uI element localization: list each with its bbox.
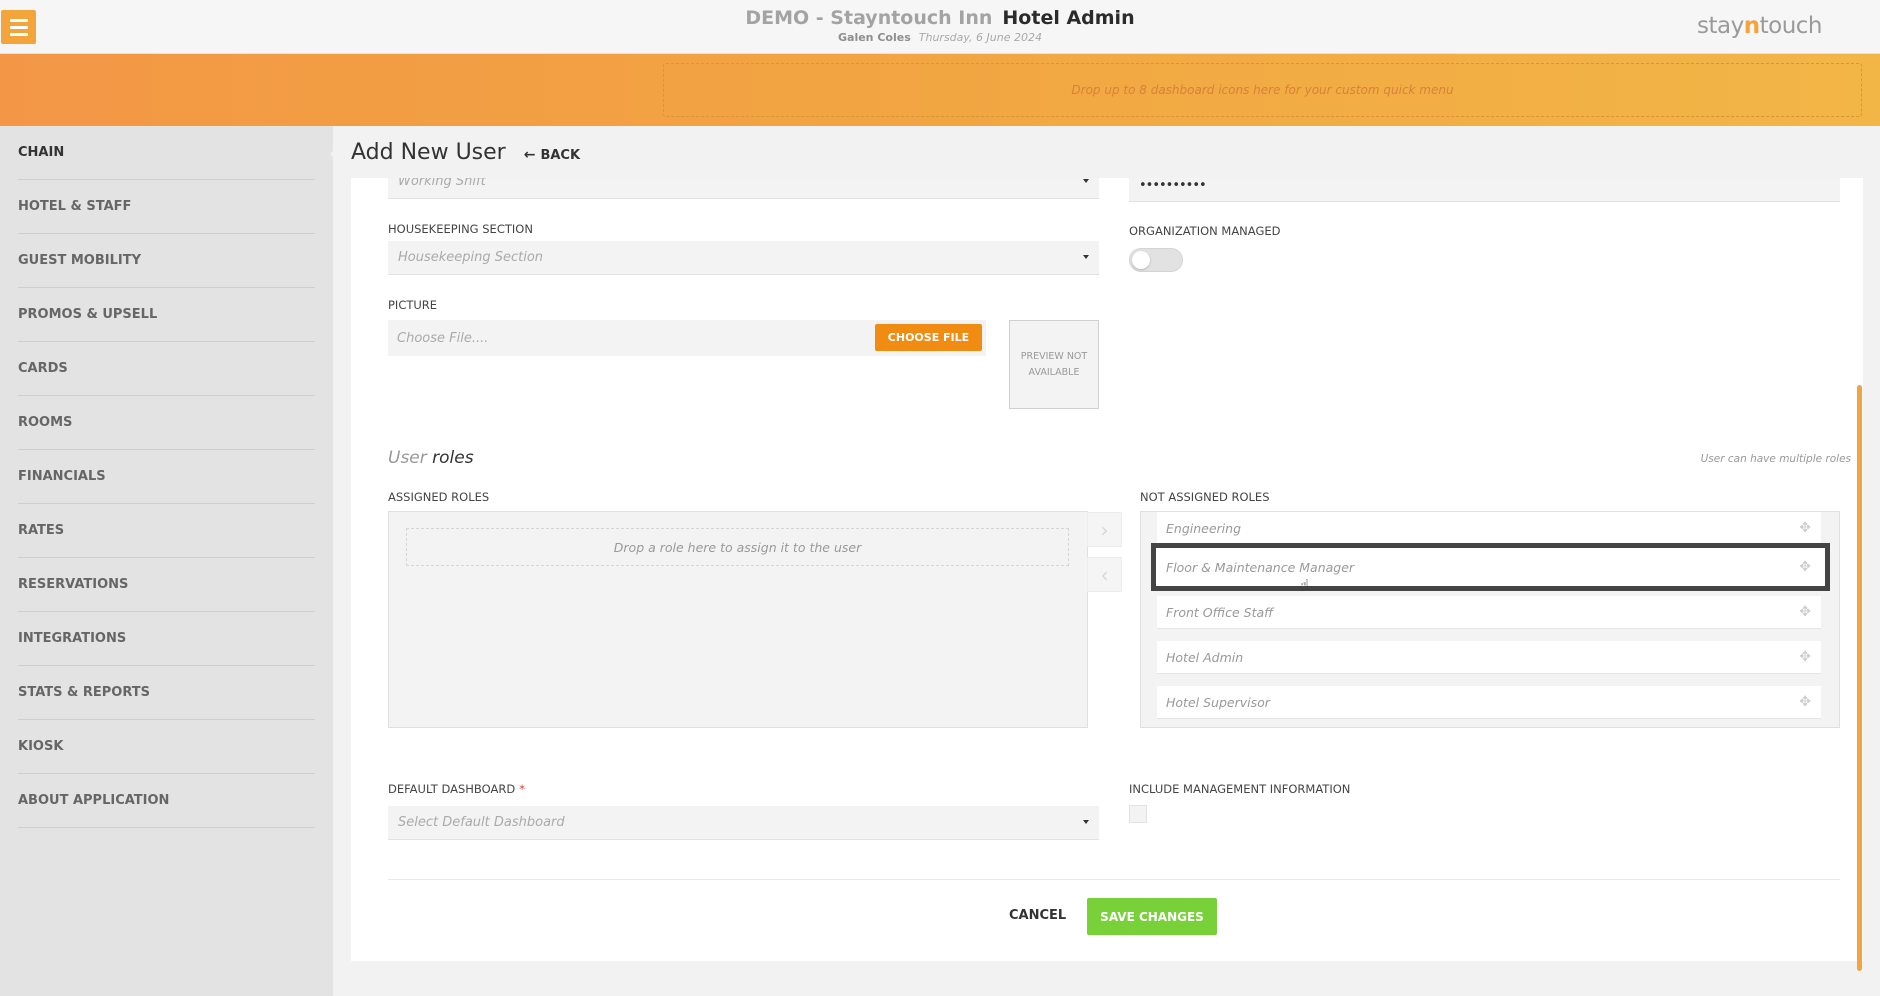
sidebar-item-stats-reports[interactable]: STATS & REPORTS bbox=[18, 666, 315, 720]
chevron-left-icon: ‹ bbox=[1100, 562, 1109, 587]
back-arrow-icon: ← bbox=[523, 147, 536, 163]
header-title: DEMO - Stayntouch Inn Hotel Admin Galen C… bbox=[0, 6, 1880, 45]
sidebar-item-integrations[interactable]: INTEGRATIONS bbox=[18, 612, 315, 666]
cancel-button[interactable]: CANCEL bbox=[1009, 908, 1066, 923]
page-header: Add New User ← BACK bbox=[351, 140, 580, 165]
chevron-right-icon: › bbox=[1100, 517, 1109, 542]
housekeeping-label: HOUSEKEEPING SECTION bbox=[388, 222, 533, 236]
page-title: Add New User bbox=[351, 140, 506, 165]
organization-managed-toggle[interactable] bbox=[1129, 248, 1183, 272]
picture-file-input[interactable]: Choose File.... CHOOSE FILE bbox=[388, 320, 986, 356]
sidebar-item-rates[interactable]: RATES bbox=[18, 504, 315, 558]
choose-file-button[interactable]: CHOOSE FILE bbox=[875, 324, 982, 351]
sidebar-item-reservations[interactable]: RESERVATIONS bbox=[18, 558, 315, 612]
role-item-front-office-staff[interactable]: Front Office Staff ✥ bbox=[1157, 596, 1821, 629]
default-dashboard-select[interactable]: Select Default Dashboard bbox=[388, 806, 1099, 840]
dropdown-caret-icon bbox=[1083, 179, 1089, 183]
picture-preview: PREVIEW NOT AVAILABLE bbox=[1009, 320, 1099, 409]
organization-managed-label: ORGANIZATION MANAGED bbox=[1129, 224, 1281, 238]
role-item-hotel-admin[interactable]: Hotel Admin ✥ bbox=[1157, 641, 1821, 674]
roles-heading: User roles bbox=[388, 448, 474, 468]
user-form: Working Shift •••••••••• HOUSEKEEPING SE… bbox=[351, 178, 1863, 961]
working-shift-select[interactable]: Working Shift bbox=[388, 178, 1099, 199]
main-content: Add New User ← BACK Working Shift •••••••… bbox=[333, 126, 1880, 996]
drag-handle-icon[interactable]: ✥ bbox=[1799, 559, 1811, 575]
sidebar-item-hotel-staff[interactable]: HOTEL & STAFF bbox=[18, 180, 315, 234]
sidebar-item-cards[interactable]: CARDS bbox=[18, 342, 315, 396]
sidebar-item-financials[interactable]: FINANCIALS bbox=[18, 450, 315, 504]
business-date: Thursday, 6 June 2024 bbox=[918, 31, 1042, 44]
brand-logo: stayntouch bbox=[1697, 13, 1822, 39]
default-dashboard-label: DEFAULT DASHBOARD * bbox=[388, 782, 525, 796]
assigned-roles-dropzone[interactable]: Drop a role here to assign it to the use… bbox=[406, 528, 1069, 566]
app-title: Hotel Admin bbox=[1002, 7, 1135, 29]
drag-handle-icon[interactable]: ✥ bbox=[1799, 649, 1811, 665]
roles-hint: User can have multiple roles bbox=[1700, 453, 1851, 465]
dropdown-caret-icon bbox=[1083, 255, 1089, 259]
top-bar: DEMO - Stayntouch Inn Hotel Admin Galen C… bbox=[0, 0, 1880, 54]
unassign-role-button[interactable]: ‹ bbox=[1087, 557, 1122, 592]
drag-handle-icon[interactable]: ✥ bbox=[1799, 694, 1811, 710]
required-marker: * bbox=[519, 782, 525, 796]
sidebar-item-about-application[interactable]: ABOUT APPLICATION bbox=[18, 774, 315, 828]
quick-menu-bar: Drop up to 8 dashboard icons here for yo… bbox=[0, 54, 1880, 126]
sidebar-item-promos-upsell[interactable]: PROMOS & UPSELL bbox=[18, 288, 315, 342]
password-field[interactable]: •••••••••• bbox=[1129, 178, 1840, 202]
include-management-label: INCLUDE MANAGEMENT INFORMATION bbox=[1129, 782, 1351, 796]
mouse-cursor-icon: ☝ bbox=[1300, 576, 1310, 594]
role-item-hotel-supervisor[interactable]: Hotel Supervisor ✥ bbox=[1157, 686, 1821, 719]
include-management-checkbox[interactable] bbox=[1129, 805, 1147, 823]
sidebar: CHAIN HOTEL & STAFF GUEST MOBILITY PROMO… bbox=[0, 126, 339, 996]
dropdown-caret-icon bbox=[1083, 820, 1089, 824]
sidebar-item-kiosk[interactable]: KIOSK bbox=[18, 720, 315, 774]
role-item-floor-maintenance-manager[interactable]: Floor & Maintenance Manager ✥ bbox=[1151, 543, 1830, 591]
drag-handle-icon[interactable]: ✥ bbox=[1799, 604, 1811, 620]
sidebar-item-rooms[interactable]: ROOMS bbox=[18, 396, 315, 450]
picture-label: PICTURE bbox=[388, 298, 438, 312]
drag-handle-icon[interactable]: ✥ bbox=[1799, 520, 1811, 536]
sidebar-item-chain[interactable]: CHAIN bbox=[18, 126, 339, 180]
form-divider bbox=[388, 879, 1840, 880]
back-button[interactable]: ← BACK bbox=[524, 147, 580, 163]
sidebar-item-guest-mobility[interactable]: GUEST MOBILITY bbox=[18, 234, 315, 288]
housekeeping-section-select[interactable]: Housekeeping Section bbox=[388, 241, 1099, 275]
property-name: DEMO - Stayntouch Inn bbox=[745, 7, 993, 29]
user-name: Galen Coles bbox=[838, 31, 911, 44]
assigned-roles-list[interactable]: Drop a role here to assign it to the use… bbox=[388, 511, 1088, 728]
quick-menu-dropzone[interactable]: Drop up to 8 dashboard icons here for yo… bbox=[663, 63, 1862, 117]
assigned-roles-label: ASSIGNED ROLES bbox=[388, 490, 490, 504]
role-item-engineering[interactable]: Engineering ✥ bbox=[1157, 512, 1821, 545]
scrollbar-thumb[interactable] bbox=[1857, 385, 1862, 971]
assign-role-button[interactable]: › bbox=[1087, 512, 1122, 547]
save-changes-button[interactable]: SAVE CHANGES bbox=[1087, 898, 1217, 935]
not-assigned-roles-label: NOT ASSIGNED ROLES bbox=[1140, 490, 1270, 504]
not-assigned-roles-list[interactable]: Engineering ✥ Floor & Maintenance Manager… bbox=[1140, 511, 1840, 728]
